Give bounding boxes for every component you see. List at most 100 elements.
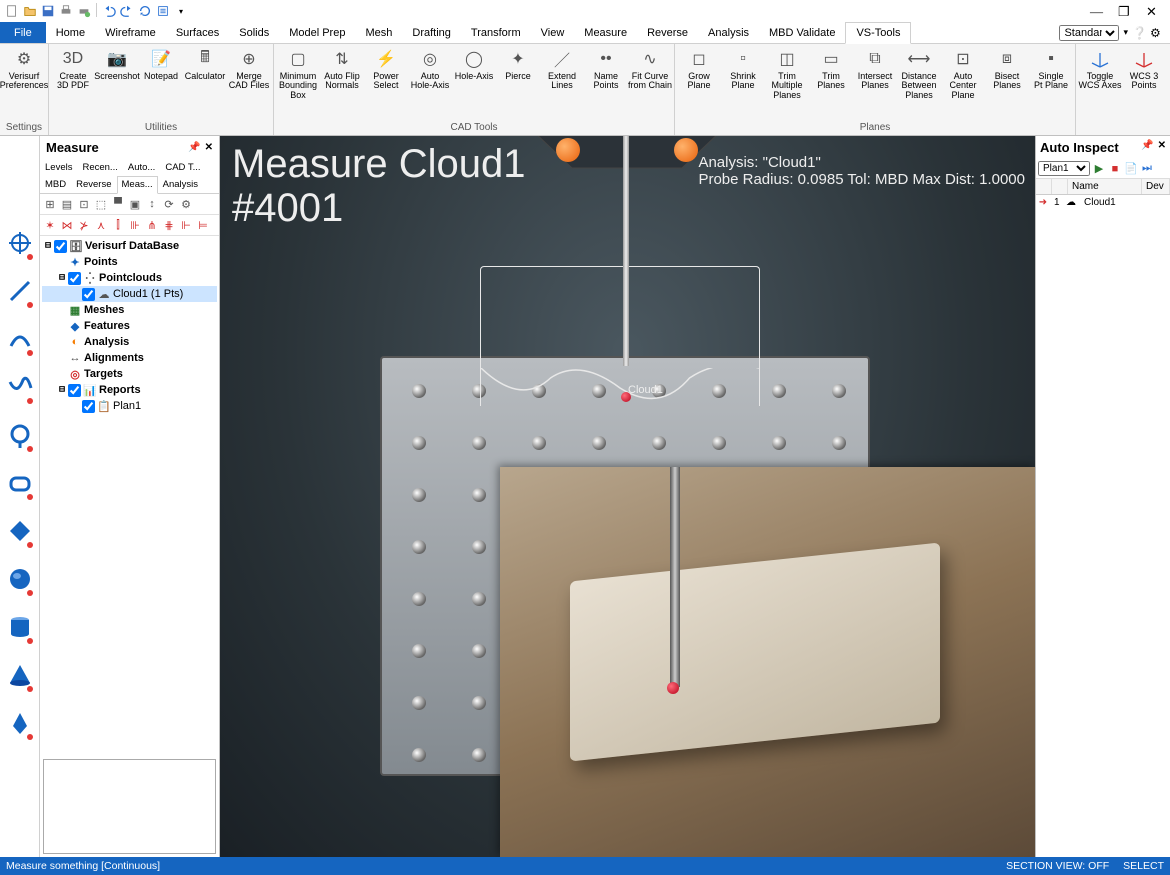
column-name[interactable]: Name (1068, 179, 1142, 194)
panel-close-icon[interactable]: ✕ (1158, 140, 1166, 155)
ribbon-button[interactable]: WCS 3 Points (1122, 46, 1166, 93)
tree-checkbox[interactable] (82, 288, 95, 301)
ribbon-button[interactable]: WCS 2 Lines (1166, 46, 1170, 93)
ribbon-tab-file[interactable]: File (0, 22, 46, 43)
tree-node[interactable]: ◐Analysis (42, 334, 217, 350)
toolbar-icon[interactable]: ⊨ (195, 217, 211, 233)
ribbon-button[interactable]: ⚡Power Select (364, 46, 408, 93)
list-icon[interactable] (155, 3, 171, 19)
ribbon-button[interactable]: ▢Minimum Bounding Box (276, 46, 320, 102)
panel-tab[interactable]: Meas... (117, 176, 158, 194)
close-button[interactable]: ✕ (1146, 4, 1160, 18)
refresh-icon[interactable] (137, 3, 153, 19)
toolbar-icon[interactable]: ⊪ (127, 217, 143, 233)
measure-tree[interactable]: ⊟🗄Verisurf DataBase✦Points⊟⁛Pointclouds☁… (40, 236, 219, 756)
plan-select[interactable]: Plan1 (1038, 161, 1090, 176)
tree-node[interactable]: ☁Cloud1 (1 Pts) (42, 286, 217, 302)
ribbon-button[interactable]: ◯Hole-Axis (452, 46, 496, 83)
ribbon-tab-wireframe[interactable]: Wireframe (95, 22, 166, 43)
tree-node[interactable]: ↔Alignments (42, 350, 217, 366)
dropdown-icon[interactable]: ▾ (173, 3, 189, 19)
tree-toggle-icon[interactable]: ⊟ (56, 384, 68, 396)
tree-checkbox[interactable] (68, 384, 81, 397)
print-icon[interactable] (58, 3, 74, 19)
maximize-button[interactable]: ❐ (1118, 4, 1132, 18)
toolbar-icon[interactable]: ⊁ (76, 217, 92, 233)
redo-icon[interactable] (119, 3, 135, 19)
tree-node[interactable]: ◆Features (42, 318, 217, 334)
tree-node[interactable]: ✦Points (42, 254, 217, 270)
save-icon[interactable] (40, 3, 56, 19)
sphere-tool[interactable] (5, 558, 35, 600)
minimize-button[interactable]: — (1090, 4, 1104, 18)
ribbon-button[interactable]: 3DCreate 3D PDF (51, 46, 95, 93)
auto-inspect-row[interactable]: ➜ 1 ☁ Cloud1 (1036, 195, 1170, 210)
ribbon-button[interactable]: ◫Trim Multiple Planes (765, 46, 809, 102)
next-icon[interactable]: ⏭ (1140, 162, 1154, 176)
ribbon-tab-solids[interactable]: Solids (229, 22, 279, 43)
panel-tab[interactable]: Recen... (77, 159, 122, 176)
ribbon-button[interactable]: ◻Grow Plane (677, 46, 721, 93)
arc-tool[interactable] (5, 318, 35, 360)
toolbar-icon[interactable]: ⋏ (93, 217, 109, 233)
tree-checkbox[interactable] (54, 240, 67, 253)
ribbon-tab-analysis[interactable]: Analysis (698, 22, 759, 43)
undo-icon[interactable] (101, 3, 117, 19)
status-select[interactable]: SELECT (1123, 860, 1164, 872)
ribbon-button[interactable]: ◎Auto Hole-Axis (408, 46, 452, 93)
tree-node[interactable]: ⊟📊Reports (42, 382, 217, 398)
stop-icon[interactable]: ■ (1108, 162, 1122, 176)
ribbon-button[interactable]: ▭Trim Planes (809, 46, 853, 93)
ribbon-button[interactable]: ⧈Bisect Planes (985, 46, 1029, 93)
ribbon-button[interactable]: ／Extend Lines (540, 46, 584, 93)
panel-tab[interactable]: Auto... (123, 159, 160, 176)
ribbon-button[interactable]: 📷Screenshot (95, 46, 139, 83)
report-icon[interactable]: 📄 (1124, 162, 1138, 176)
rect-tool[interactable] (5, 462, 35, 504)
ribbon-tab-drafting[interactable]: Drafting (402, 22, 461, 43)
panel-tab[interactable]: Reverse (71, 176, 116, 193)
spline-tool[interactable] (5, 366, 35, 408)
toolbar-icon[interactable]: ⬚ (93, 196, 109, 212)
panel-tab[interactable]: Levels (40, 159, 77, 176)
dropdown-icon[interactable]: ▾ (1123, 27, 1128, 38)
viewport-3d[interactable]: Measure Cloud1 #4001 Analysis: "Cloud1" … (220, 136, 1035, 857)
print-setup-icon[interactable] (76, 3, 92, 19)
panel-close-icon[interactable]: ✕ (205, 142, 213, 153)
toolbar-icon[interactable]: ⚙ (178, 196, 194, 212)
ribbon-button[interactable]: 📝Notepad (139, 46, 183, 83)
tree-checkbox[interactable] (68, 272, 81, 285)
help-icon[interactable]: ❔ (1132, 26, 1146, 40)
toolbar-icon[interactable]: ▤ (59, 196, 75, 212)
ribbon-tab-mesh[interactable]: Mesh (355, 22, 402, 43)
diamond-tool[interactable] (5, 510, 35, 552)
tree-node[interactable]: 📋Plan1 (42, 398, 217, 414)
tree-node[interactable]: ⊟⁛Pointclouds (42, 270, 217, 286)
pin-icon[interactable]: 📌 (1141, 140, 1153, 155)
ribbon-button[interactable]: ⟷Distance Between Planes (897, 46, 941, 102)
panel-tab[interactable]: Analysis (158, 176, 203, 193)
wedge-tool[interactable] (5, 702, 35, 744)
toolbar-icon[interactable]: ⋕ (161, 217, 177, 233)
ribbon-button[interactable]: ✦Pierce (496, 46, 540, 83)
ribbon-tab-home[interactable]: Home (46, 22, 95, 43)
ribbon-button[interactable]: 🖩Calculator (183, 46, 227, 83)
ribbon-tab-model-prep[interactable]: Model Prep (279, 22, 355, 43)
ribbon-tab-vs-tools[interactable]: VS-Tools (845, 22, 911, 44)
tree-node[interactable]: ▦Meshes (42, 302, 217, 318)
tree-node[interactable]: ⊟🗄Verisurf DataBase (42, 238, 217, 254)
ribbon-tab-reverse[interactable]: Reverse (637, 22, 698, 43)
ribbon-tab-view[interactable]: View (531, 22, 575, 43)
toolbar-icon[interactable]: ⋔ (144, 217, 160, 233)
ribbon-tab-surfaces[interactable]: Surfaces (166, 22, 229, 43)
toolbar-icon[interactable]: ⊩ (178, 217, 194, 233)
toolbar-icon[interactable]: ▣ (127, 196, 143, 212)
cone-tool[interactable] (5, 654, 35, 696)
status-section-view[interactable]: SECTION VIEW: OFF (1006, 860, 1109, 872)
tree-toggle-icon[interactable]: ⊟ (56, 272, 68, 284)
cylinder-tool[interactable] (5, 606, 35, 648)
ribbon-tab-measure[interactable]: Measure (574, 22, 637, 43)
ribbon-tab-mbd-validate[interactable]: MBD Validate (759, 22, 845, 43)
tree-toggle-icon[interactable]: ⊟ (42, 240, 54, 252)
gear-icon[interactable]: ⚙ (1150, 26, 1164, 40)
